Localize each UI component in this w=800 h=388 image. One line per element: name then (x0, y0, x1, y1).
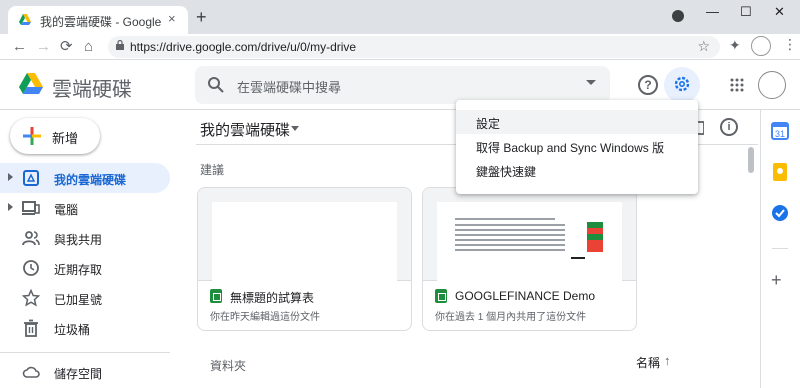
sidebar-item-label: 儲存空間 (54, 367, 103, 381)
info-icon[interactable]: i (720, 118, 738, 136)
menu-item-keyboard-shortcuts[interactable]: 鍵盤快速鍵 (456, 158, 698, 182)
sidebar-divider (0, 352, 170, 353)
reload-button[interactable]: ⟳ (60, 38, 73, 56)
sidebar-item-label: 已加星號 (54, 293, 103, 307)
calendar-icon[interactable]: 31 (770, 121, 790, 141)
svg-text:31: 31 (775, 129, 785, 139)
computer-icon (22, 201, 40, 215)
side-panel (760, 110, 800, 388)
keep-icon[interactable] (770, 162, 790, 182)
back-button[interactable]: ← (12, 38, 27, 56)
menu-item-label: 鍵盤快速鍵 (476, 165, 537, 179)
file-activity: 你在昨天編輯過這份文件 (210, 312, 320, 323)
sidebar-item-trash[interactable]: 垃圾桶 (0, 313, 170, 343)
account-avatar[interactable] (758, 71, 786, 99)
minimize-button[interactable]: — (706, 4, 719, 19)
extensions-icon[interactable]: ✦ (729, 37, 741, 54)
file-activity: 你在過去 1 個月內共用了這份文件 (435, 312, 587, 323)
new-button-label: 新增 (52, 131, 79, 146)
scrollbar[interactable] (746, 145, 756, 388)
sidebar-item-label: 近期存取 (54, 263, 103, 277)
search-icon[interactable] (207, 76, 225, 94)
file-thumbnail (198, 188, 411, 281)
spreadsheet-preview-image (455, 218, 603, 259)
clock-icon (23, 260, 39, 276)
sort-direction-icon[interactable]: ↑ (664, 353, 671, 368)
sidebar-item-label: 垃圾桶 (54, 323, 91, 337)
scrollbar-thumb[interactable] (748, 147, 754, 173)
tab-title: 我的雲端硬碟 - Google 雲端硬碟 (40, 15, 164, 29)
settings-menu: 設定 取得 Backup and Sync Windows 版 鍵盤快速鍵 (456, 100, 698, 194)
sidebar-item-recent[interactable]: 近期存取 (0, 253, 170, 283)
search-bar[interactable]: 在雲端硬碟中搜尋 (195, 66, 610, 104)
profile-dot-icon[interactable] (672, 10, 684, 22)
title-dropdown-icon[interactable] (291, 126, 299, 131)
search-input[interactable]: 在雲端硬碟中搜尋 (237, 77, 341, 96)
new-tab-button[interactable]: + (196, 6, 207, 28)
search-options-icon[interactable] (586, 80, 596, 85)
expand-arrow-icon[interactable] (8, 203, 13, 211)
drive-logo-icon[interactable] (18, 72, 44, 96)
maximize-button[interactable]: ☐ (740, 4, 752, 20)
apps-grid-icon[interactable] (730, 78, 744, 92)
shared-icon (22, 231, 40, 246)
sidebar-item-my-drive[interactable]: 我的雲端硬碟 (0, 163, 170, 193)
file-name: GOOGLEFINANCE Demo (455, 289, 596, 303)
url-text: https://drive.google.com/drive/u/0/my-dr… (130, 40, 357, 54)
browser-menu-icon[interactable]: ⋮ (783, 36, 797, 53)
sort-by-name-button[interactable]: 名稱 (636, 354, 660, 371)
app-title: 雲端硬碟 (52, 79, 132, 101)
file-card[interactable]: GOOGLEFINANCE Demo 你在過去 1 個月內共用了這份文件 (422, 187, 637, 331)
drive-favicon-icon (19, 14, 31, 25)
expand-arrow-icon[interactable] (8, 173, 13, 181)
new-button[interactable]: 新增 (10, 118, 100, 154)
sheets-icon (210, 289, 222, 303)
gear-icon[interactable] (673, 75, 691, 93)
tasks-icon[interactable] (770, 203, 790, 223)
address-bar[interactable]: https://drive.google.com/drive/u/0/my-dr… (108, 36, 720, 58)
file-thumbnail (423, 188, 636, 281)
star-icon (22, 289, 40, 307)
forward-button[interactable]: → (36, 38, 51, 56)
lock-icon (116, 40, 124, 50)
menu-item-settings[interactable]: 設定 (456, 110, 698, 134)
thumbnail-page (437, 202, 622, 281)
menu-item-backup-sync[interactable]: 取得 Backup and Sync Windows 版 (456, 134, 698, 158)
plus-icon (23, 127, 41, 145)
page-title[interactable]: 我的雲端硬碟 (200, 119, 290, 140)
browser-tab[interactable]: 我的雲端硬碟 - Google 雲端硬碟 × (8, 6, 188, 34)
browser-toolbar: ← → ⟳ ⌂ https://drive.google.com/drive/u… (0, 34, 800, 60)
browser-profile-avatar[interactable] (751, 36, 771, 56)
thumbnail-page (212, 202, 397, 281)
sidebar-item-label: 我的雲端硬碟 (54, 173, 127, 187)
tab-strip: 我的雲端硬碟 - Google 雲端硬碟 × + — ☐ ✕ (0, 0, 800, 34)
cloud-icon (22, 366, 40, 378)
help-icon[interactable]: ? (638, 75, 658, 95)
home-button[interactable]: ⌂ (84, 38, 93, 56)
menu-item-label: 設定 (476, 117, 501, 131)
add-addon-button[interactable]: + (771, 270, 782, 291)
sidebar-item-label: 電腦 (54, 203, 79, 217)
side-panel-divider (772, 248, 788, 249)
suggested-label: 建議 (200, 163, 225, 177)
sidebar-item-label: 與我共用 (54, 233, 103, 247)
file-name: 無標題的試算表 (230, 291, 315, 305)
trash-icon (24, 319, 38, 337)
menu-item-label: 取得 Backup and Sync Windows 版 (476, 141, 665, 155)
sidebar-item-starred[interactable]: 已加星號 (0, 283, 170, 313)
sidebar-item-computers[interactable]: 電腦 (0, 193, 170, 223)
sheets-icon (435, 289, 447, 303)
drive-icon (23, 170, 39, 186)
file-card[interactable]: 無標題的試算表 你在昨天編輯過這份文件 (197, 187, 412, 331)
sidebar-item-shared[interactable]: 與我共用 (0, 223, 170, 253)
tab-close-icon[interactable]: × (168, 11, 176, 26)
bookmark-star-icon[interactable]: ☆ (697, 38, 710, 55)
sidebar-item-storage[interactable]: 儲存空間 (0, 357, 170, 387)
close-window-button[interactable]: ✕ (774, 4, 785, 20)
folders-label: 資料夾 (210, 359, 247, 373)
